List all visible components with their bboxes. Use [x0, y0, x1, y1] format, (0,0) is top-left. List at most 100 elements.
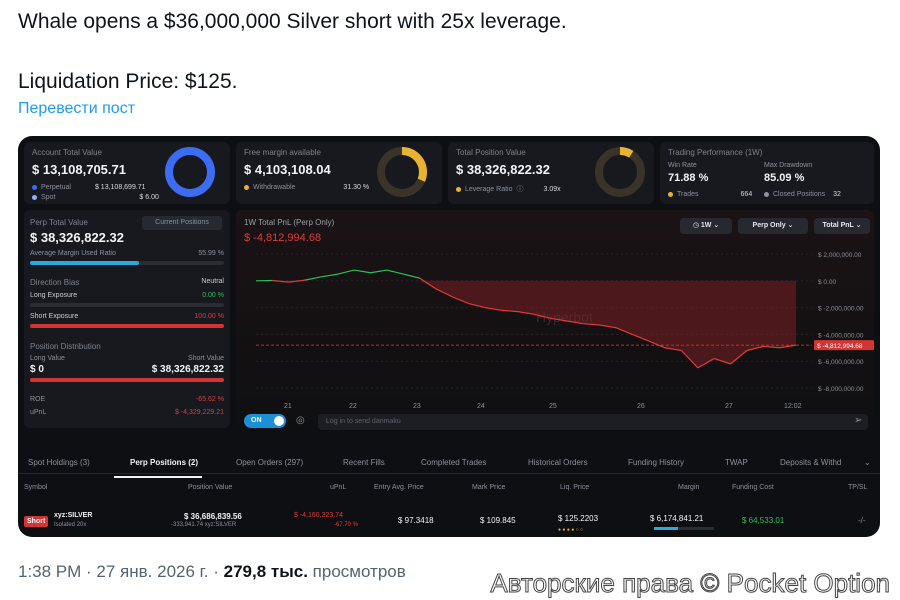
perpetual-row: Perpetual $ 13,108,699.71 — [32, 184, 146, 191]
tweet-text: Whale opens a $36,000,000 Silver short w… — [18, 10, 567, 33]
long-value-label: Long Value — [30, 355, 65, 362]
leverage-row: Leverage Ratio ⓘ 3.09x — [456, 184, 561, 194]
upnl-label: uPnL — [30, 409, 47, 416]
total-position-value: $ 38,326,822.32 — [456, 162, 550, 177]
margin-bar-fill — [654, 527, 678, 530]
long-exposure-value: 0.00 % — [202, 292, 224, 299]
th-tpsl: TP/SL — [848, 484, 868, 491]
pnl-line-segment — [321, 273, 338, 278]
position-donut-icon — [595, 147, 645, 197]
row-mode: Isolated 20x — [54, 522, 87, 528]
short-exposure-value: 100.00 % — [194, 313, 224, 320]
position-distribution-label: Position Distribution — [30, 342, 101, 351]
drawdown-label: Max Drawdown — [764, 162, 813, 169]
margin-bar-track — [654, 527, 714, 530]
tab-twap[interactable]: TWAP — [725, 458, 748, 467]
row-symbol: xyz:SILVER — [54, 512, 93, 519]
active-tab-indicator — [114, 476, 202, 478]
leverage-label: Leverage Ratio — [465, 186, 513, 193]
perpetual-value: $ 13,108,699.71 — [94, 184, 146, 191]
th-funding-cost[interactable]: Funding Cost — [732, 484, 774, 491]
last-value-label: $ -4,812,994.68 — [817, 343, 863, 350]
short-exposure-bar — [30, 324, 224, 328]
pnl-line-segment — [370, 269, 388, 274]
account-donut-icon — [165, 147, 215, 197]
liq-risk-dots: ● ● ● ● ○ ○ — [558, 527, 584, 533]
withdrawable-value: 31.30 % — [343, 184, 370, 191]
row-upnl-pct: -67.70 % — [334, 522, 359, 528]
tab-funding-history[interactable]: Funding History — [628, 458, 684, 467]
direction-bias-label: Direction Bias — [30, 278, 80, 287]
settings-icon[interactable]: ◎ — [296, 415, 305, 426]
tab-historical-orders[interactable]: Historical Orders — [528, 458, 588, 467]
perp-total-label: Perp Total Value — [30, 218, 88, 227]
row-funding-cost: $ 64,533.01 — [742, 516, 785, 525]
row-position-value: $ 36,686,839.56 — [184, 512, 242, 521]
y-tick-label: $ 2,000,000.00 — [818, 252, 862, 259]
pnl-line-segment — [337, 269, 355, 275]
row-entry-price: $ 97.3418 — [398, 516, 434, 525]
tab-deposits[interactable]: Deposits & Withd — [780, 458, 841, 467]
withdrawable-row: Withdrawable 31.30 % — [244, 184, 369, 191]
y-tick-label: $ 0.00 — [818, 279, 836, 286]
pnl-chart: Hyperbot $ 2,000,000.00$ 0.00$ -2,000,00… — [255, 252, 874, 410]
margin-ratio-label: Average Margin Used Ratio — [30, 250, 116, 257]
tabs-chevron-icon[interactable]: ⌄ — [864, 458, 871, 467]
post-time: 1:38 PM · 27 янв. 2026 г. · — [18, 562, 219, 581]
pnl-line-segment — [403, 273, 420, 279]
x-tick-label: 23 — [413, 403, 421, 410]
x-tick-label: 26 — [637, 403, 645, 410]
x-tick-label: 22 — [349, 403, 357, 410]
post-meta: 1:38 PM · 27 янв. 2026 г. · 279,8 тыс. п… — [18, 562, 406, 582]
spot-row: Spot $ 6.00 — [32, 194, 159, 201]
performance-label: Trading Performance (1W) — [668, 148, 763, 157]
positions-tabs: Spot Holdings (3) Perp Positions (2) Ope… — [18, 452, 880, 474]
y-tick-label: $ -4,000,000.00 — [818, 332, 864, 339]
chart-plot: $ 2,000,000.00 $ 0.00 $ -2,000,000.00 $ -4,… — [255, 252, 874, 410]
trades-row: Trades 664 — [668, 191, 752, 198]
y-tick-label: $ -2,000,000.00 — [818, 306, 864, 313]
closed-value: 32 — [833, 191, 841, 198]
margin-ratio-bar — [30, 261, 139, 265]
withdrawable-label: Withdrawable — [253, 184, 296, 191]
row-margin: $ 6,174,841.21 — [650, 514, 704, 523]
perpetual-label: Perpetual — [41, 184, 71, 191]
embedded-screenshot: Account Total Value $ 13,108,705.71 Perp… — [18, 136, 880, 537]
th-upnl[interactable]: uPnL — [330, 484, 346, 491]
pnl-line-segment — [304, 276, 322, 281]
spot-value: $ 6.00 — [139, 194, 159, 201]
th-liq-price[interactable]: Liq. Price — [560, 484, 589, 491]
translate-link[interactable]: Перевести пост — [18, 100, 135, 118]
perp-total-value: $ 38,326,822.32 — [30, 230, 124, 245]
info-icon: ⓘ — [516, 186, 524, 193]
short-value-label: Short Value — [187, 355, 224, 362]
pnl-line-segment — [354, 269, 371, 274]
th-position-value[interactable]: Position Value — [188, 484, 232, 491]
short-value: $ 38,326,822.32 — [151, 364, 224, 375]
pnl-line-segment — [386, 269, 404, 275]
current-positions-button[interactable]: Current Positions — [142, 216, 222, 230]
x-tick-label: 12:02 — [784, 403, 802, 410]
th-entry-price[interactable]: Entry Avg. Price — [374, 484, 424, 491]
row-upnl: $ -4,160,323.74 — [294, 512, 344, 519]
x-tick-label: 25 — [549, 403, 557, 410]
post-views-count: 279,8 тыс. — [223, 562, 308, 581]
x-tick-label: 21 — [284, 403, 292, 410]
x-tick-label: 27 — [725, 403, 733, 410]
free-margin-value: $ 4,103,108.04 — [244, 162, 331, 177]
danmaku-input[interactable]: Log in to send danmaku — [318, 414, 868, 430]
th-margin[interactable]: Margin — [678, 484, 699, 491]
danmaku-toggle[interactable]: ON — [244, 414, 286, 428]
tab-completed-trades[interactable]: Completed Trades — [421, 458, 486, 467]
margin-ratio-value: 55.99 % — [198, 250, 224, 257]
tab-spot-holdings[interactable]: Spot Holdings (3) — [28, 458, 90, 467]
tab-open-orders[interactable]: Open Orders (297) — [236, 458, 303, 467]
tab-perp-positions[interactable]: Perp Positions (2) — [130, 458, 198, 467]
th-mark-price[interactable]: Mark Price — [472, 484, 505, 491]
account-total-value: $ 13,108,705.71 — [32, 162, 126, 177]
send-icon[interactable]: ➢ — [854, 415, 862, 426]
winrate-label: Win Rate — [668, 162, 697, 169]
tab-recent-fills[interactable]: Recent Fills — [343, 458, 385, 467]
th-symbol[interactable]: Symbol — [24, 484, 47, 491]
y-tick-label: $ -8,000,000.00 — [818, 386, 864, 393]
